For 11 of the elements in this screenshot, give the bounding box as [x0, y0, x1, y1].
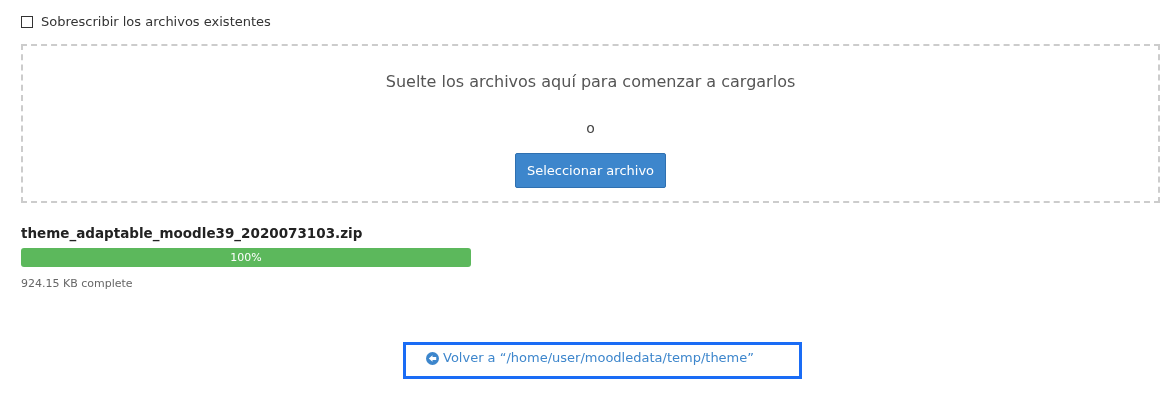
separator-text: o — [586, 118, 595, 138]
progress-fill: 100% — [21, 247, 471, 267]
upload-status: 924.15 KB complete — [21, 275, 134, 292]
drop-message: Suelte los archivos aquí para comenzar a cargarlos — [385, 70, 796, 93]
select-file-button[interactable]: Seleccionar archivo — [514, 152, 667, 188]
checkbox-label: Sobrescribir los archivos existentes — [41, 13, 271, 31]
back-arrow-icon — [426, 351, 439, 365]
file-name: theme_adaptable_moodle39_2020073103.zip — [21, 223, 364, 243]
back-link[interactable]: Volver a “/home/user/moodledata/temp/theme” — [426, 348, 755, 368]
drop-zone[interactable]: Suelte los archivos aquí para comenzar a cargarlos o Seleccionar archivo — [21, 43, 1160, 203]
overwrite-checkbox[interactable] — [21, 15, 33, 28]
